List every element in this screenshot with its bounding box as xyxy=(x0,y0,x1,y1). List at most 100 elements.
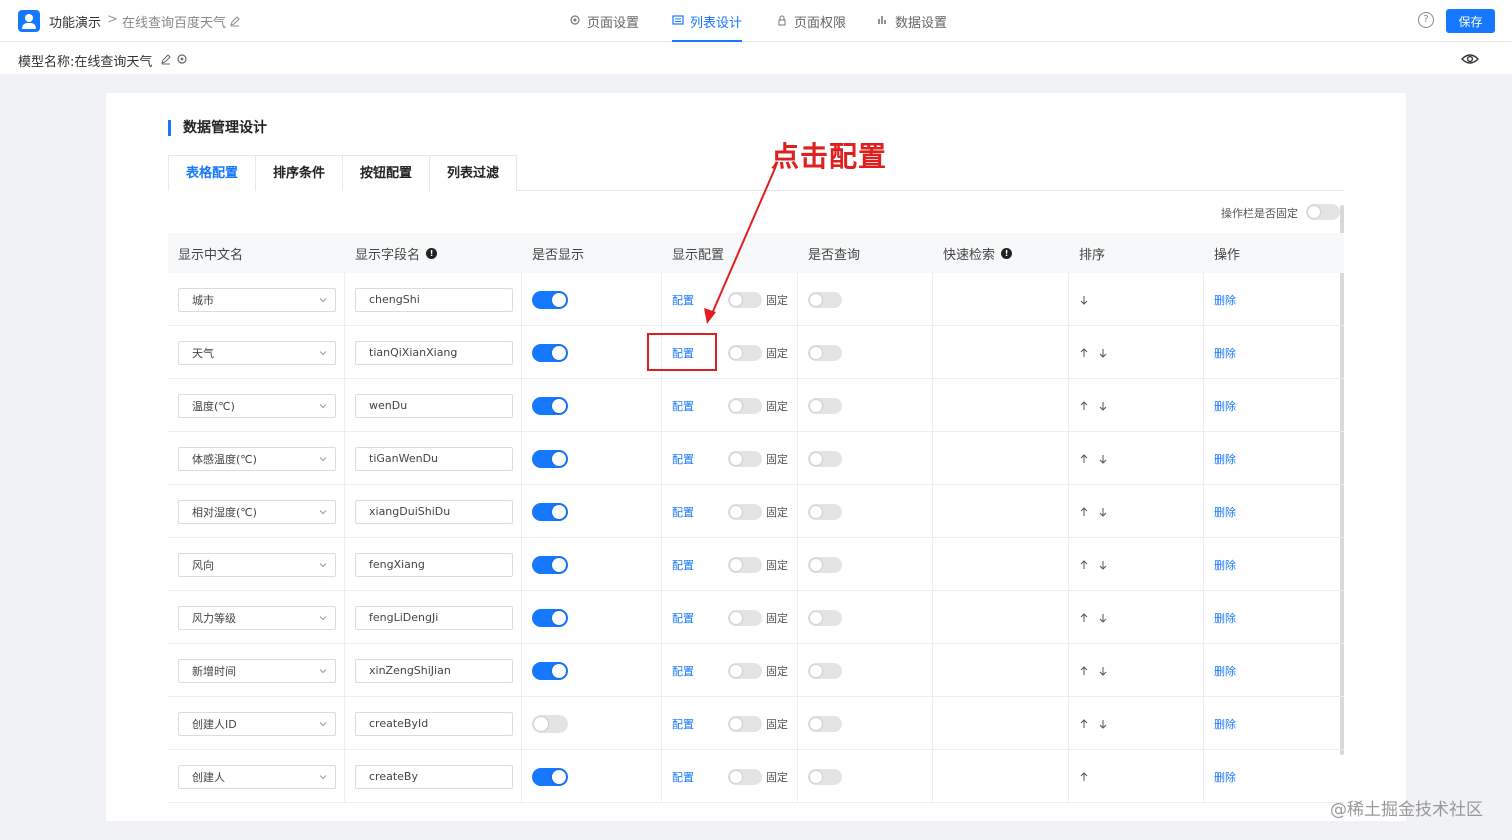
app-logo-icon[interactable] xyxy=(18,10,40,32)
gear-icon[interactable] xyxy=(176,53,188,65)
cn-name-select[interactable]: 天气 xyxy=(178,340,336,365)
move-down-icon[interactable] xyxy=(1098,454,1108,464)
fixed-toggle[interactable] xyxy=(728,291,762,308)
config-link[interactable]: 配置 xyxy=(672,610,694,626)
move-down-icon[interactable] xyxy=(1079,295,1089,305)
query-toggle[interactable] xyxy=(808,556,842,573)
config-link[interactable]: 配置 xyxy=(672,398,694,414)
delete-link[interactable]: 删除 xyxy=(1214,557,1236,573)
show-toggle[interactable] xyxy=(532,449,568,468)
show-toggle[interactable] xyxy=(532,502,568,521)
tab-table-config[interactable]: 表格配置 xyxy=(168,155,257,191)
field-name-input[interactable]: xinZengShiJian xyxy=(355,658,513,683)
edit-icon[interactable] xyxy=(160,53,172,65)
show-toggle[interactable] xyxy=(532,555,568,574)
show-toggle[interactable] xyxy=(532,290,568,309)
fixed-toggle[interactable] xyxy=(728,450,762,467)
delete-link[interactable]: 删除 xyxy=(1214,610,1236,626)
cn-name-select[interactable]: 创建人ID xyxy=(178,711,336,736)
cn-name-select[interactable]: 城市 xyxy=(178,287,336,312)
field-name-input[interactable]: wenDu xyxy=(355,393,513,418)
fixed-toggle[interactable] xyxy=(728,609,762,626)
info-icon[interactable]: ! xyxy=(1001,247,1013,259)
show-toggle[interactable] xyxy=(532,767,568,786)
tab-sort-conditions[interactable]: 排序条件 xyxy=(255,155,344,191)
delete-link[interactable]: 删除 xyxy=(1214,663,1236,679)
move-down-icon[interactable] xyxy=(1098,719,1108,729)
delete-link[interactable]: 删除 xyxy=(1214,292,1236,308)
move-up-icon[interactable] xyxy=(1079,400,1089,411)
fixed-toggle[interactable] xyxy=(728,344,762,361)
config-link[interactable]: 配置 xyxy=(672,769,694,785)
move-up-icon[interactable] xyxy=(1079,718,1089,729)
move-down-icon[interactable] xyxy=(1098,560,1108,570)
tab-list-design[interactable]: 列表设计 xyxy=(672,12,743,42)
preview-eye-icon[interactable] xyxy=(1461,52,1479,66)
delete-link[interactable]: 删除 xyxy=(1214,769,1236,785)
query-toggle[interactable] xyxy=(808,397,842,414)
field-name-input[interactable]: createBy xyxy=(355,764,513,789)
show-toggle[interactable] xyxy=(532,608,568,627)
move-up-icon[interactable] xyxy=(1079,506,1089,517)
save-button[interactable]: 保存 xyxy=(1446,9,1495,33)
show-toggle[interactable] xyxy=(532,343,568,362)
cn-name-select[interactable]: 温度(℃) xyxy=(178,393,336,418)
query-toggle[interactable] xyxy=(808,768,842,785)
delete-link[interactable]: 删除 xyxy=(1214,716,1236,732)
query-toggle[interactable] xyxy=(808,662,842,679)
move-up-icon[interactable] xyxy=(1079,559,1089,570)
show-toggle[interactable] xyxy=(532,661,568,680)
query-toggle[interactable] xyxy=(808,715,842,732)
cn-name-select[interactable]: 体感温度(℃) xyxy=(178,446,336,471)
move-up-icon[interactable] xyxy=(1079,453,1089,464)
delete-link[interactable]: 删除 xyxy=(1214,451,1236,467)
config-link[interactable]: 配置 xyxy=(672,663,694,679)
query-toggle[interactable] xyxy=(808,450,842,467)
move-down-icon[interactable] xyxy=(1098,613,1108,623)
fixed-toggle[interactable] xyxy=(728,503,762,520)
show-toggle[interactable] xyxy=(532,396,568,415)
query-toggle[interactable] xyxy=(808,344,842,361)
field-name-input[interactable]: chengShi xyxy=(355,287,513,312)
config-link[interactable]: 配置 xyxy=(672,504,694,520)
query-toggle[interactable] xyxy=(808,291,842,308)
move-down-icon[interactable] xyxy=(1098,666,1108,676)
move-up-icon[interactable] xyxy=(1079,347,1089,358)
info-icon[interactable]: ! xyxy=(426,247,438,259)
help-icon[interactable]: ? xyxy=(1418,12,1434,28)
edit-icon[interactable] xyxy=(229,15,241,27)
move-up-icon[interactable] xyxy=(1079,771,1089,782)
fixed-toggle[interactable] xyxy=(728,556,762,573)
tab-page-permission[interactable]: 页面权限 xyxy=(776,12,846,42)
config-link[interactable]: 配置 xyxy=(672,451,694,467)
fixed-toggle[interactable] xyxy=(728,397,762,414)
fixed-toggle[interactable] xyxy=(728,768,762,785)
tab-page-settings[interactable]: 页面设置 xyxy=(569,12,639,42)
tab-list-filter[interactable]: 列表过滤 xyxy=(429,155,518,191)
cn-name-select[interactable]: 风力等级 xyxy=(178,605,336,630)
breadcrumb-app[interactable]: 功能演示 xyxy=(49,12,101,31)
field-name-input[interactable]: tianQiXianXiang xyxy=(355,340,513,365)
field-name-input[interactable]: fengXiang xyxy=(355,552,513,577)
move-down-icon[interactable] xyxy=(1098,348,1108,358)
cn-name-select[interactable]: 风向 xyxy=(178,552,336,577)
field-name-input[interactable]: createById xyxy=(355,711,513,736)
config-link[interactable]: 配置 xyxy=(672,292,694,308)
move-down-icon[interactable] xyxy=(1098,507,1108,517)
tab-button-config[interactable]: 按钮配置 xyxy=(342,155,431,191)
cn-name-select[interactable]: 创建人 xyxy=(178,764,336,789)
delete-link[interactable]: 删除 xyxy=(1214,345,1236,361)
move-down-icon[interactable] xyxy=(1098,401,1108,411)
config-link[interactable]: 配置 xyxy=(672,716,694,732)
move-up-icon[interactable] xyxy=(1079,665,1089,676)
tab-data-settings[interactable]: 数据设置 xyxy=(877,12,947,42)
cn-name-select[interactable]: 新增时间 xyxy=(178,658,336,683)
delete-link[interactable]: 删除 xyxy=(1214,504,1236,520)
fixed-toggle[interactable] xyxy=(728,662,762,679)
cn-name-select[interactable]: 相对湿度(℃) xyxy=(178,499,336,524)
config-link[interactable]: 配置 xyxy=(672,557,694,573)
fix-toolbar-toggle[interactable] xyxy=(1306,204,1340,220)
query-toggle[interactable] xyxy=(808,609,842,626)
fixed-toggle[interactable] xyxy=(728,715,762,732)
show-toggle[interactable] xyxy=(532,714,568,733)
